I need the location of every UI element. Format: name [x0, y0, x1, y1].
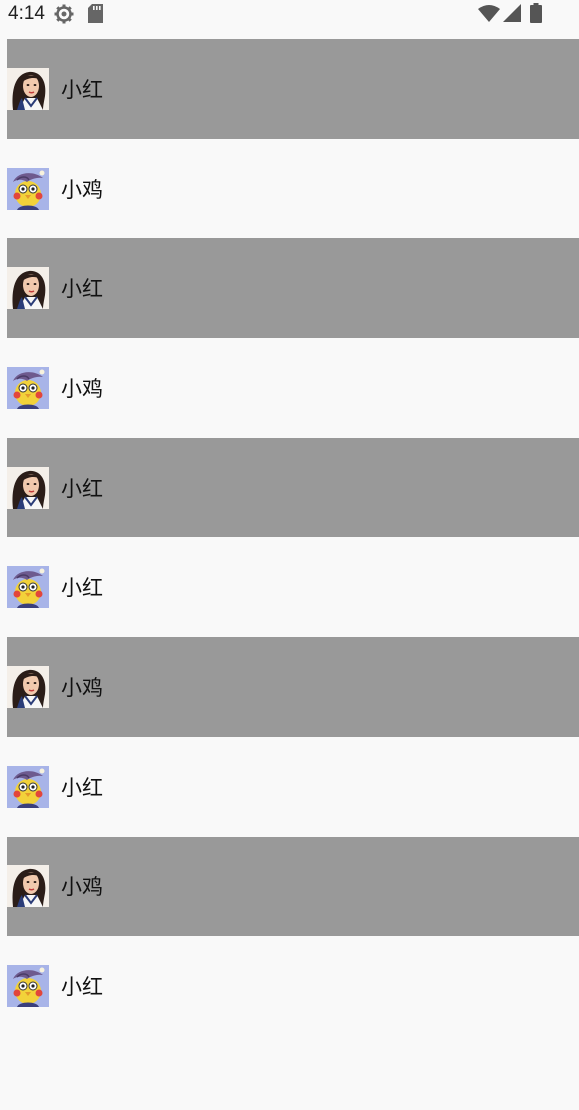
cell-signal-icon — [503, 4, 521, 26]
chick-avatar — [7, 965, 49, 1008]
chick-avatar — [7, 765, 49, 808]
list-item[interactable]: 小鸡 — [7, 637, 579, 737]
chick-avatar — [7, 167, 49, 210]
list-item[interactable]: 小红 — [7, 537, 579, 638]
contact-name: 小鸡 — [61, 675, 103, 700]
contact-name: 小红 — [61, 576, 103, 601]
girl-avatar — [7, 665, 49, 708]
girl-avatar — [7, 67, 49, 110]
list-item[interactable]: 小红 — [7, 238, 579, 339]
girl-avatar — [7, 267, 49, 310]
sd-card-icon — [88, 4, 103, 27]
contact-name: 小鸡 — [61, 875, 103, 900]
contact-list: 小红 小鸡 小红 小鸡 小红 小红 小鸡 小红 小鸡 小红 — [7, 39, 579, 1036]
list-item[interactable]: 小鸡 — [7, 338, 579, 438]
contact-name: 小红 — [61, 476, 103, 501]
contact-name: 小鸡 — [61, 177, 103, 202]
status-time: 4:14 — [8, 3, 45, 24]
list-item[interactable]: 小红 — [7, 936, 579, 1036]
contact-name: 小鸡 — [61, 376, 103, 401]
list-item[interactable]: 小红 — [7, 736, 579, 837]
contact-name: 小红 — [61, 77, 103, 102]
settings-gear-icon — [54, 4, 74, 28]
contact-name: 小红 — [61, 277, 103, 302]
list-item[interactable]: 小红 — [7, 39, 579, 139]
status-bar: 4:14 — [0, 0, 579, 28]
battery-icon — [530, 3, 542, 27]
chick-avatar — [7, 366, 49, 409]
contact-name: 小红 — [61, 775, 103, 800]
contact-name: 小红 — [61, 975, 103, 1000]
chick-avatar — [7, 566, 49, 609]
list-item[interactable]: 小鸡 — [7, 138, 579, 239]
girl-avatar — [7, 466, 49, 509]
wifi-icon — [478, 5, 500, 26]
list-item[interactable]: 小红 — [7, 437, 579, 538]
girl-avatar — [7, 865, 49, 908]
list-item[interactable]: 小鸡 — [7, 836, 579, 937]
